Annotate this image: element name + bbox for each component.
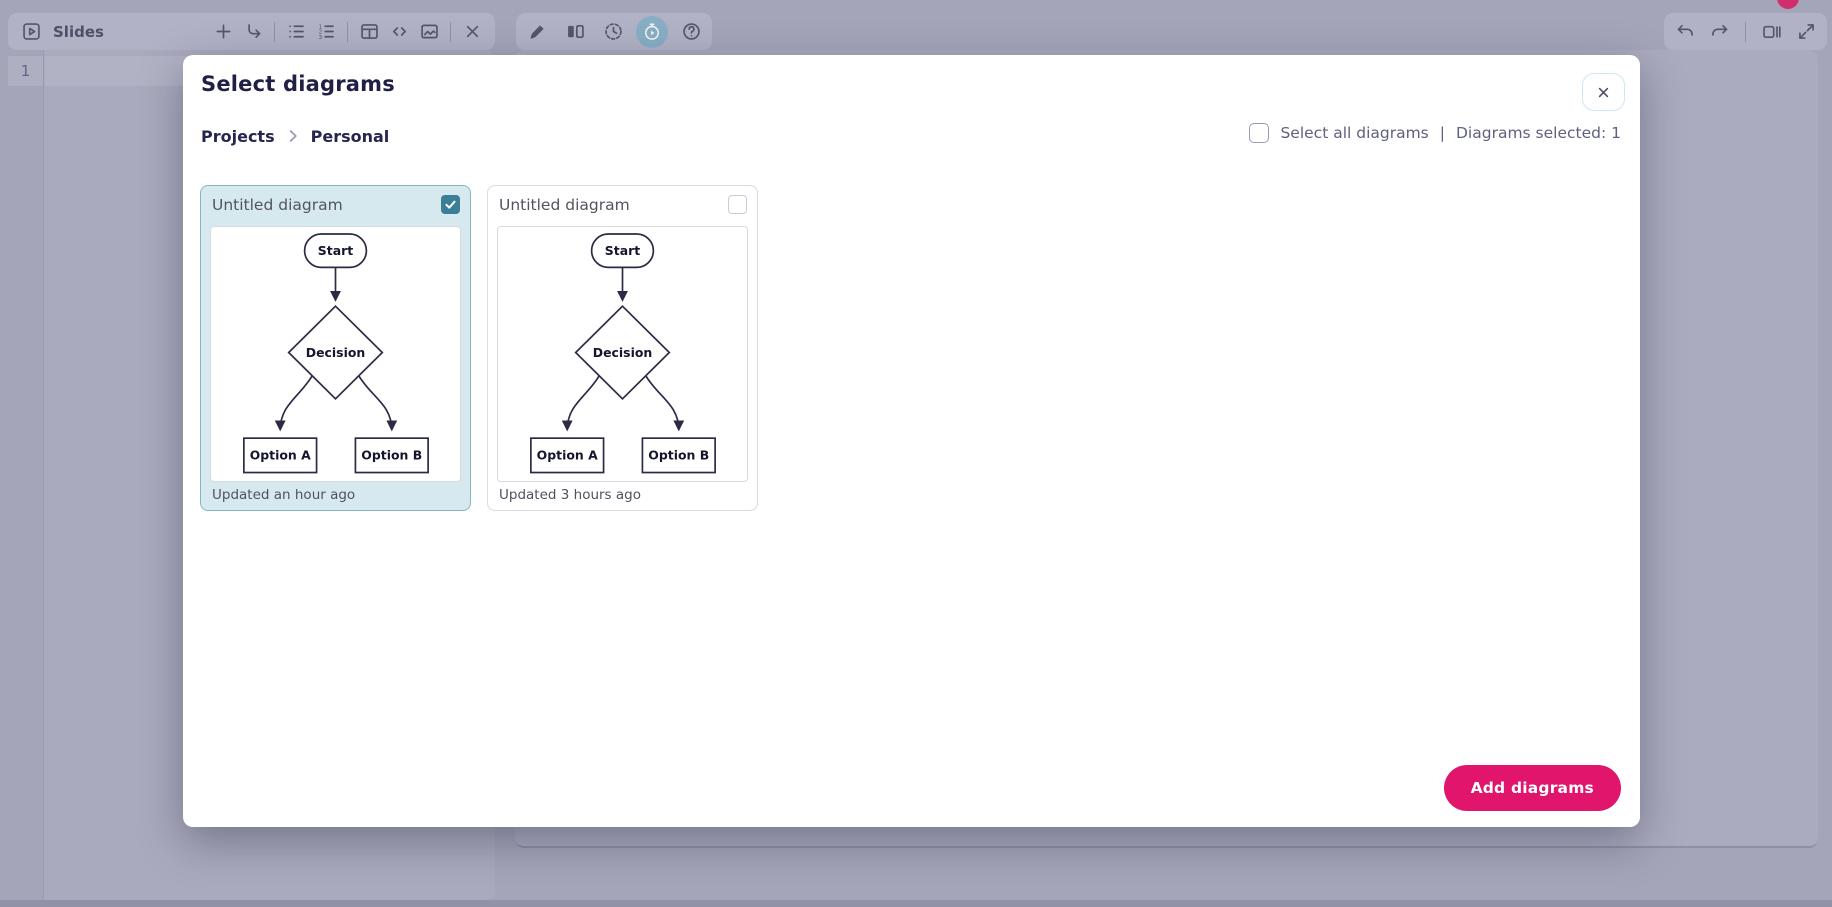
diagram-card[interactable]: Untitled diagram: [200, 185, 471, 511]
line-number-gutter: 1: [8, 50, 44, 900]
updated-timestamp: Updated an hour ago: [212, 487, 355, 503]
table-icon[interactable]: [354, 17, 384, 47]
select-all-checkbox[interactable]: [1249, 123, 1269, 143]
timer-icon[interactable]: [636, 16, 668, 48]
modal-close-button[interactable]: [1582, 73, 1625, 111]
diagram-card-title: Untitled diagram: [499, 196, 630, 214]
help-icon[interactable]: [676, 17, 706, 47]
diagram-cards: Untitled diagram: [200, 185, 758, 511]
close-icon: [1595, 84, 1612, 101]
play-square-icon: [16, 17, 46, 47]
select-all-label: Select all diagrams: [1280, 124, 1428, 142]
brush-icon[interactable]: [522, 17, 552, 47]
undo-icon[interactable]: [1670, 17, 1700, 47]
diagram-preview: Start Decision Option A Option B: [497, 226, 748, 482]
notification-badge: [1777, 0, 1799, 9]
separator: |: [1440, 124, 1445, 142]
clear-icon[interactable]: [457, 17, 487, 47]
indent-icon[interactable]: [238, 17, 268, 47]
diagram-checkbox[interactable]: [441, 195, 460, 214]
add-diagrams-button[interactable]: Add diagrams: [1444, 765, 1621, 811]
flowchart-thumbnail: Start Decision Option A Option B: [211, 227, 460, 481]
node-option-b-label: Option B: [648, 448, 709, 463]
redo-icon[interactable]: [1705, 17, 1735, 47]
preview-toolbar: [516, 13, 712, 50]
node-option-a-label: Option A: [250, 448, 311, 463]
bullet-list-icon[interactable]: [281, 17, 311, 47]
node-decision-label: Decision: [593, 345, 652, 360]
page-edge: [0, 900, 1832, 907]
diagram-card[interactable]: Untitled diagram: [487, 185, 758, 511]
slides-panel-label: Slides: [53, 23, 104, 41]
select-diagrams-modal: Select diagrams Projects Personal Select…: [183, 55, 1640, 827]
modal-title: Select diagrams: [201, 72, 395, 96]
plus-icon[interactable]: [208, 17, 238, 47]
check-icon: [443, 197, 458, 212]
breadcrumb: Projects Personal: [201, 125, 389, 147]
image-icon[interactable]: [414, 17, 444, 47]
window-controls: [1664, 13, 1827, 50]
flowchart-thumbnail: Start Decision Option A Option B: [498, 227, 747, 481]
node-option-b-label: Option B: [361, 448, 422, 463]
diagram-card-title: Untitled diagram: [212, 196, 343, 214]
selected-count: Diagrams selected: 1: [1456, 124, 1621, 142]
chevron-right-icon: [282, 125, 304, 147]
diagram-checkbox[interactable]: [728, 195, 747, 214]
history-icon[interactable]: [598, 17, 628, 47]
breadcrumb-personal[interactable]: Personal: [311, 127, 390, 146]
diagram-preview: Start Decision Option A Option B: [210, 226, 461, 482]
svg-text:3: 3: [318, 35, 322, 41]
updated-timestamp: Updated 3 hours ago: [499, 487, 641, 503]
split-view-icon[interactable]: [560, 17, 590, 47]
selection-controls: Select all diagrams | Diagrams selected:…: [1249, 123, 1621, 143]
node-start-label: Start: [605, 243, 640, 258]
expand-icon[interactable]: [1791, 17, 1821, 47]
node-option-a-label: Option A: [537, 448, 598, 463]
panel-icon[interactable]: [1757, 17, 1787, 47]
numbered-list-icon[interactable]: 123: [311, 17, 341, 47]
editor-toolbar: Slides 123: [8, 13, 495, 50]
line-number: 1: [8, 56, 43, 86]
node-decision-label: Decision: [306, 345, 365, 360]
code-icon[interactable]: [384, 17, 414, 47]
breadcrumb-projects[interactable]: Projects: [201, 127, 275, 146]
node-start-label: Start: [318, 243, 353, 258]
